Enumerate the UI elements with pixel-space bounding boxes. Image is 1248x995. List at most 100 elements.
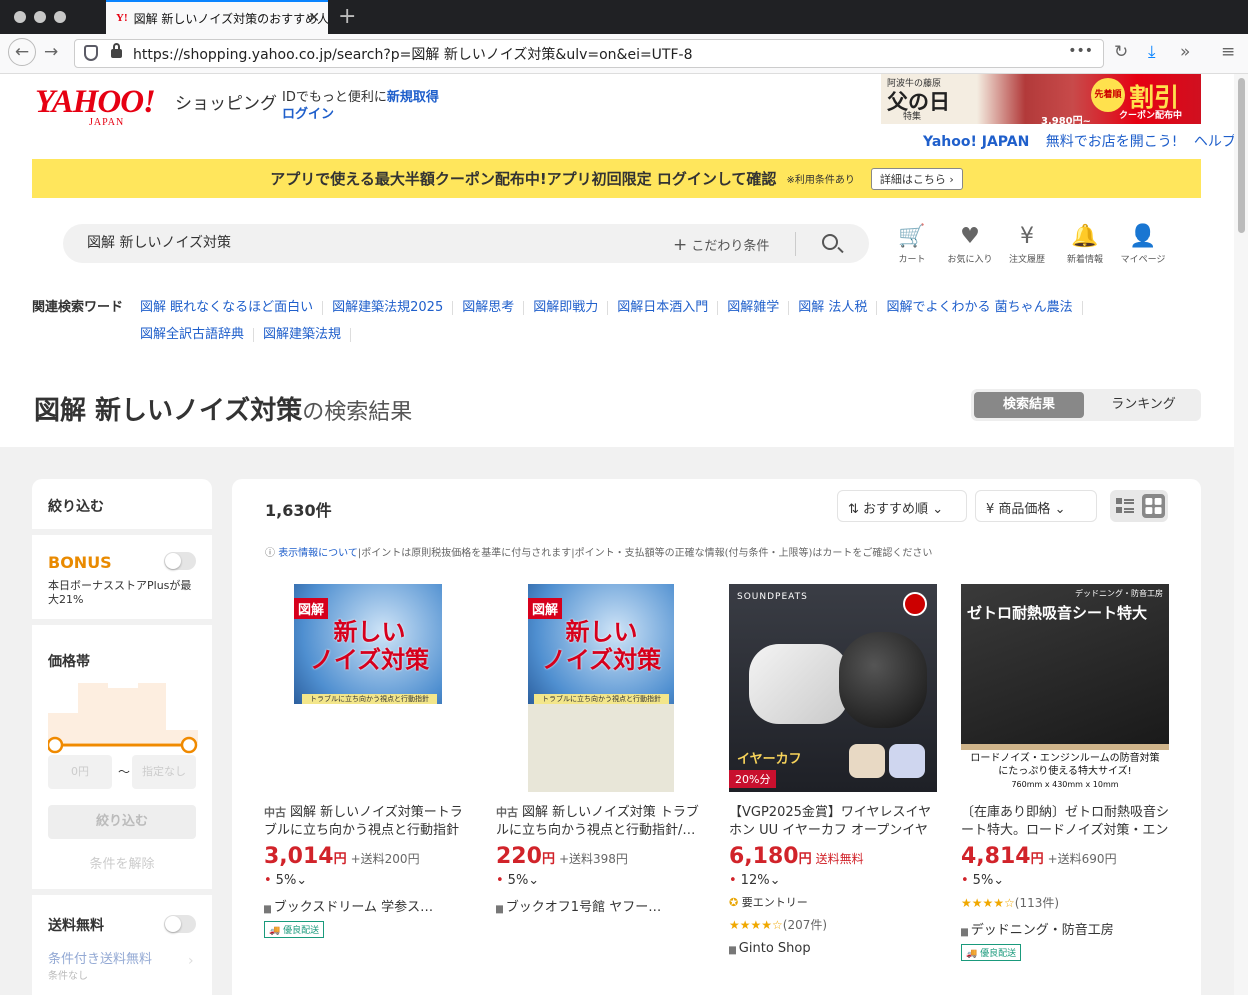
rating[interactable]: ★★★★☆(113件) xyxy=(961,894,1171,911)
browser-tab[interactable]: Y! 図解 新しいノイズ対策のおすすめ人 ✕ xyxy=(106,0,328,34)
price-unit: 円 xyxy=(798,852,812,867)
product-card[interactable]: デッドニング・防音工房 ゼトロ耐熱吸音シート特大 ロードノイズ・エンジンルームの… xyxy=(961,584,1171,961)
register-link[interactable]: 新規取得 xyxy=(387,90,439,105)
price-max-input[interactable]: 指定なし xyxy=(132,755,196,789)
product-image[interactable]: デッドニング・防音工房 ゼトロ耐熱吸音シート特大 ロードノイズ・エンジンルームの… xyxy=(961,584,1169,792)
related-link[interactable]: 図解思考 xyxy=(462,301,525,315)
banner-details-button[interactable]: 詳細はこちら › xyxy=(870,167,963,190)
order-history-button[interactable]: ¥ 注文履歴 xyxy=(997,224,1057,265)
notifications-button[interactable]: 🔔 新着情報 xyxy=(1055,224,1115,265)
scrollbar-thumb[interactable] xyxy=(1238,78,1245,233)
chevron-down-icon: ⌄ xyxy=(932,502,944,517)
window-minimize-button[interactable] xyxy=(34,11,46,23)
menu-icon[interactable]: ≡ xyxy=(1221,42,1235,62)
open-store-link[interactable]: 無料でお店を開こう! xyxy=(1046,134,1178,150)
price-min-handle[interactable] xyxy=(48,736,64,754)
favorites-button[interactable]: ♥ お気に入り xyxy=(940,224,1000,265)
grid-view-button[interactable] xyxy=(1142,494,1165,518)
conditional-free-label[interactable]: 条件付き送料無料 xyxy=(48,948,152,967)
related-link[interactable]: 図解建築法規2025 xyxy=(332,301,454,315)
entry-required[interactable]: 要エントリー xyxy=(729,894,939,910)
window-close-button[interactable] xyxy=(14,11,26,23)
used-badge: 中古 xyxy=(496,806,518,819)
download-icon[interactable]: ⤓ xyxy=(1148,42,1156,62)
back-button[interactable]: ← xyxy=(8,38,36,66)
ad-banner[interactable]: 阿波牛の藤原 父の日 特集 3,980円~ 先着順 割引 クーポン配布中 広告 … xyxy=(881,74,1201,127)
product-card[interactable]: 図解 新しい ノイズ対策 トラブルに立ち向かう視点と行動指針 中古 図解 新しいノ… xyxy=(264,584,474,938)
points-rate[interactable]: 5%⌄ xyxy=(961,873,1171,888)
coupon-banner[interactable]: アプリで使える最大半額クーポン配布中!アプリ初回限定 ログインして確認 ※利用条… xyxy=(32,159,1201,198)
product-image[interactable]: 図解 新しい ノイズ対策 トラブルに立ち向かう視点と行動指針 xyxy=(496,584,704,792)
used-badge: 中古 xyxy=(264,806,286,819)
product-image[interactable]: 図解 新しい ノイズ対策 トラブルに立ち向かう視点と行動指針 xyxy=(264,584,472,792)
free-shipping-toggle[interactable] xyxy=(164,915,196,933)
product-title[interactable]: 中古 図解 新しいノイズ対策 トラブルに立ち向かう視点と行動指針/… xyxy=(496,804,706,840)
tracking-shield-icon[interactable] xyxy=(84,45,98,61)
related-link[interactable]: 図解日本酒入門 xyxy=(617,301,719,315)
help-link[interactable]: ヘルプ xyxy=(1194,134,1234,150)
related-link[interactable]: 図解雑学 xyxy=(727,301,790,315)
price-min-input[interactable]: 0円 xyxy=(48,755,112,789)
cart-button[interactable]: 🛒 カート xyxy=(882,224,942,265)
yahoo-logo[interactable]: YAHOO! xyxy=(35,84,156,121)
product-image[interactable]: SOUNDPEATS イヤーカフ 20%分 xyxy=(729,584,937,792)
price-dropdown[interactable]: ¥ 商品価格 ⌄ xyxy=(975,490,1097,522)
search-icon[interactable] xyxy=(822,234,838,250)
info-notice: ⓘ 表示情報について|ポイントは原則税抜価格を基準に付与されます|ポイント・支払… xyxy=(265,544,932,559)
price-max-handle[interactable] xyxy=(180,736,198,754)
related-link[interactable]: 図解即戦力 xyxy=(533,301,609,315)
list-view-icon[interactable] xyxy=(1115,496,1135,516)
overflow-chevron-icon[interactable]: » xyxy=(1180,42,1190,62)
view-toggle xyxy=(1110,490,1168,522)
lock-icon[interactable] xyxy=(111,43,122,58)
book-label: 図解 xyxy=(294,598,329,619)
shopping-label[interactable]: ショッピング xyxy=(175,89,277,114)
product-title[interactable]: 中古 図解 新しいノイズ対策ートラブルに立ち向かう視点と行動指針 xyxy=(264,804,474,840)
shipping-fee: 送料無料 xyxy=(815,852,864,866)
price-separator: 〜 xyxy=(118,765,131,779)
search-input[interactable] xyxy=(87,234,587,250)
award-icon xyxy=(903,592,927,616)
grid-view-icon xyxy=(1145,497,1162,515)
page-actions-icon[interactable]: ••• xyxy=(1068,43,1093,59)
tab-search-results[interactable]: 検索結果 xyxy=(974,392,1084,418)
product-card[interactable]: SOUNDPEATS イヤーカフ 20%分 【VGP2025金賞】ワイヤレスイヤ… xyxy=(729,584,939,956)
store-name[interactable]: デッドニング・防音工房 xyxy=(961,919,1171,938)
tab-close-icon[interactable]: ✕ xyxy=(308,10,320,26)
product-title[interactable]: 〔在庫あり即納〕ゼトロ耐熱吸音シート特大。ロードノイズ対策・エンジ… xyxy=(961,804,1171,840)
related-link[interactable]: 図解全訳古語辞典 xyxy=(140,328,255,342)
clear-filter-link[interactable]: 条件を解除 xyxy=(48,853,196,872)
product-title[interactable]: 【VGP2025金賞】ワイヤレスイヤホン UU イヤーカフ オープンイヤー… xyxy=(729,804,939,840)
yahoo-japan-link[interactable]: Yahoo! JAPAN xyxy=(923,134,1029,150)
related-link[interactable]: 図解でよくわかる 菌ちゃん農法 xyxy=(886,301,1083,315)
product-card[interactable]: 図解 新しい ノイズ対策 トラブルに立ち向かう視点と行動指針 中古 図解 新しいノ… xyxy=(496,584,706,915)
sort-dropdown[interactable]: ⇅ おすすめ順 ⌄ xyxy=(837,490,967,522)
window-zoom-button[interactable] xyxy=(54,11,66,23)
image-caption-text: ロードノイズ・エンジンルームの防音対策にたっぷり使える特大サイズ! xyxy=(970,753,1160,777)
info-link[interactable]: 表示情報について xyxy=(278,548,358,559)
store-name[interactable]: Ginto Shop xyxy=(729,941,939,956)
store-name[interactable]: ブックオフ1号館 ヤフー… xyxy=(496,896,706,915)
points-rate[interactable]: 5%⌄ xyxy=(264,873,474,888)
filter-apply-button[interactable]: 絞り込む xyxy=(48,805,196,839)
related-link[interactable]: 図解 法人税 xyxy=(798,301,878,315)
store-name[interactable]: ブックスドリーム 学参ス… xyxy=(264,896,474,915)
points-rate[interactable]: 5%⌄ xyxy=(496,873,706,888)
login-link[interactable]: ログイン xyxy=(282,103,334,122)
new-tab-button[interactable]: + xyxy=(338,4,356,29)
result-count: 1,630件 xyxy=(265,501,332,520)
address-bar[interactable]: https://shopping.yahoo.co.jp/search?p=図解… xyxy=(74,39,1104,68)
points-rate[interactable]: 12%⌄ xyxy=(729,873,939,888)
product-title-text: 図解 新しいノイズ対策ートラブルに立ち向かう視点と行動指針 xyxy=(264,805,463,838)
rating[interactable]: ★★★★☆(207件) xyxy=(729,916,939,933)
mypage-button[interactable]: 👤 マイページ xyxy=(1113,224,1173,265)
forward-button[interactable]: → xyxy=(44,42,58,62)
kodawari-button[interactable]: + こだわり条件 xyxy=(673,235,769,255)
browser-navbar: ← → https://shopping.yahoo.co.jp/search?… xyxy=(0,34,1248,74)
reload-icon[interactable]: ↻ xyxy=(1114,42,1128,62)
banner-details-label: 詳細はこちら xyxy=(879,172,946,186)
related-link[interactable]: 図解 眠れなくなるほど面白い xyxy=(140,301,324,315)
tab-ranking[interactable]: ランキング xyxy=(1091,392,1196,418)
bonus-toggle[interactable] xyxy=(164,552,196,570)
related-link[interactable]: 図解建築法規 xyxy=(263,328,352,342)
